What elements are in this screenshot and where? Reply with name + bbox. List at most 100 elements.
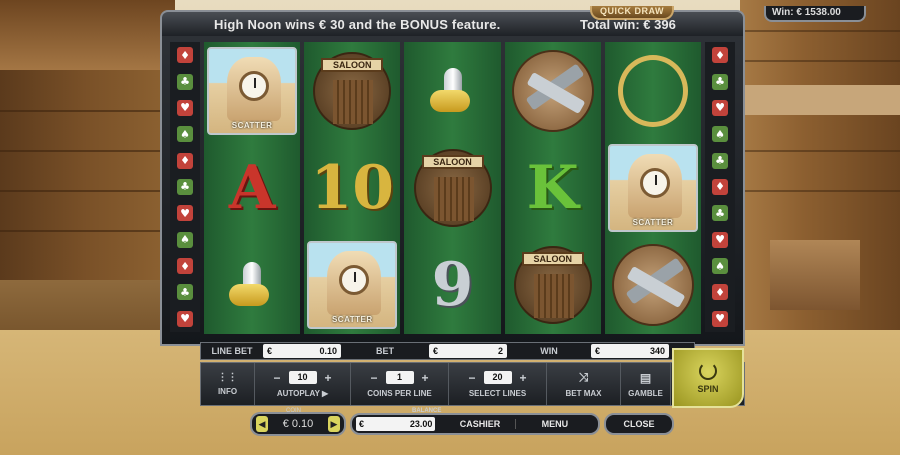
info-icon: ⋮⋮ [217, 372, 238, 383]
suit-marker-h: ♥ [177, 310, 193, 327]
spin-icon [699, 362, 717, 380]
control-panel: ⋮⋮ INFO − 10 + AUTOPLAY ▶ − 1 + COINS PE… [200, 362, 745, 406]
reel-2: SALOON 10 SCATTER [304, 42, 401, 334]
lines-minus-button[interactable]: − [468, 371, 475, 385]
cashier-button[interactable]: CASHIER [445, 419, 514, 429]
coin-decrease-button[interactable]: ◀ [256, 416, 268, 432]
info-button[interactable]: ⋮⋮ INFO [201, 363, 255, 405]
reel-4: K SALOON [504, 42, 601, 334]
lines-value: 20 [483, 371, 512, 384]
balance-currency: € [359, 419, 365, 429]
saloon-symbol: SALOON [306, 45, 398, 137]
win-value: € 340 [591, 344, 669, 358]
coins-minus-button[interactable]: − [370, 371, 377, 385]
autoplay-minus-button[interactable]: − [273, 371, 280, 385]
win-label: WIN [540, 346, 558, 356]
gamble-label: GAMBLE [628, 388, 663, 398]
balance-panel: BALANCE € 23.00 CASHIER MENU [350, 408, 600, 435]
suit-marker-c: ♣ [712, 152, 728, 169]
card-symbol-K: K [507, 142, 599, 234]
suit-marker-s: ♠ [177, 126, 193, 143]
bet-max-button[interactable]: ⤨ BET MAX [547, 363, 621, 405]
suit-marker-d: ♦ [177, 47, 193, 64]
currency-symbol: € [595, 346, 601, 356]
balance-value: € 23.00 [356, 417, 436, 431]
right-payline-markers: ♦ ♣ ♥ ♠ ♣ ♦ ♣ ♥ ♠ ♦ ♥ [705, 42, 735, 332]
coin-selector[interactable]: COIN ◀ € 0.10 ▶ [250, 408, 346, 436]
bottom-bar: COIN ◀ € 0.10 ▶ BALANCE € 23.00 CASHIER … [250, 408, 674, 436]
lasso-symbol [607, 45, 699, 137]
select-lines-label: SELECT LINES [468, 388, 527, 398]
gamble-button[interactable]: ▤ GAMBLE [621, 363, 671, 405]
card-symbol-nine: 9 [407, 239, 499, 331]
win-value: € 1538.00 [796, 7, 841, 18]
scatter-clock-symbol: SCATTER [607, 142, 699, 234]
line-bet-label: LINE BET [211, 346, 253, 356]
autoplay-button[interactable]: AUTOPLAY ▶ [277, 389, 328, 398]
left-payline-markers: ♦ ♣ ♥ ♠ ♦ ♣ ♥ ♠ ♦ ♣ ♥ [170, 42, 200, 332]
bet-amount: 2 [497, 346, 503, 356]
card-symbol-text: 10 [310, 152, 395, 223]
suit-marker-c: ♣ [177, 178, 193, 195]
line-bet-value: € 0.10 [263, 344, 341, 358]
line-bet-amount: 0.10 [319, 346, 337, 356]
balance-amount: 23.00 [409, 419, 433, 429]
revolvers-symbol [507, 45, 599, 137]
card-symbol-text: K [526, 152, 579, 223]
close-button[interactable]: CLOSE [604, 413, 674, 435]
cards-icon: ▤ [639, 370, 652, 385]
coins-per-line-control[interactable]: − 1 + COINS PER LINE [351, 363, 449, 405]
card-symbol-text: 9 [431, 250, 474, 321]
card-symbol-text: A [228, 152, 276, 223]
suit-marker-c: ♣ [712, 73, 728, 90]
suit-marker-d: ♦ [712, 284, 728, 301]
info-label: INFO [217, 387, 238, 396]
card-symbol-A: A [206, 142, 298, 234]
lines-plus-button[interactable]: + [520, 371, 527, 385]
suit-marker-d: ♦ [177, 258, 193, 275]
suit-marker-s: ♠ [712, 126, 728, 143]
select-lines-control[interactable]: − 20 + SELECT LINES [449, 363, 547, 405]
revolvers-symbol [607, 239, 699, 331]
coins-plus-button[interactable]: + [422, 371, 429, 385]
spin-label: SPIN [697, 384, 719, 394]
bet-value: € 2 [429, 344, 507, 358]
coin-increase-button[interactable]: ▶ [328, 416, 340, 432]
coins-per-line-label: COINS PER LINE [367, 388, 432, 398]
saloon-sign: SALOON [321, 57, 384, 72]
saloon-symbol: SALOON [407, 142, 499, 234]
balance-tag: BALANCE [412, 408, 442, 414]
scatter-label: SCATTER [331, 315, 373, 325]
win-readout: Win: € 1538.00 [764, 6, 866, 22]
suit-marker-c: ♣ [177, 284, 193, 301]
scatter-label: SCATTER [231, 120, 273, 130]
feature-message: High Noon wins € 30 and the BONUS featur… [214, 17, 501, 32]
saloon-symbol: SALOON [507, 239, 599, 331]
spin-button[interactable]: SPIN [672, 348, 744, 408]
suit-marker-d: ♦ [177, 152, 193, 169]
autoplay-plus-button[interactable]: + [325, 371, 332, 385]
suit-marker-h: ♥ [712, 99, 728, 116]
saloon-sign: SALOON [421, 154, 484, 169]
currency-symbol: € [433, 346, 439, 356]
suit-marker-d: ♦ [712, 47, 728, 64]
currency-symbol: € [267, 346, 273, 356]
reel-1: SCATTER A [204, 42, 301, 334]
autoplay-value: 10 [288, 371, 317, 384]
suit-marker-h: ♥ [712, 231, 728, 248]
win-label: Win: [772, 7, 794, 18]
close-label: CLOSE [623, 419, 655, 429]
bullet-symbol [407, 45, 499, 137]
suit-marker-s: ♠ [177, 231, 193, 248]
coin-value: € 0.10 [282, 418, 314, 430]
menu-button[interactable]: MENU [514, 419, 594, 429]
win-amount: 340 [649, 346, 665, 356]
suit-marker-h: ♥ [712, 310, 728, 327]
bet-label: BET [376, 346, 394, 356]
reel-grid: SCATTER A SALOON 10 SCATTER SALOON 9 K SALOON SCA… [204, 42, 702, 334]
suit-marker-c: ♣ [712, 205, 728, 222]
autoplay-control[interactable]: − 10 + AUTOPLAY ▶ [255, 363, 351, 405]
coin-tag: COIN [286, 408, 301, 414]
suit-marker-c: ♣ [177, 73, 193, 90]
bet-max-label: BET MAX [565, 389, 602, 398]
